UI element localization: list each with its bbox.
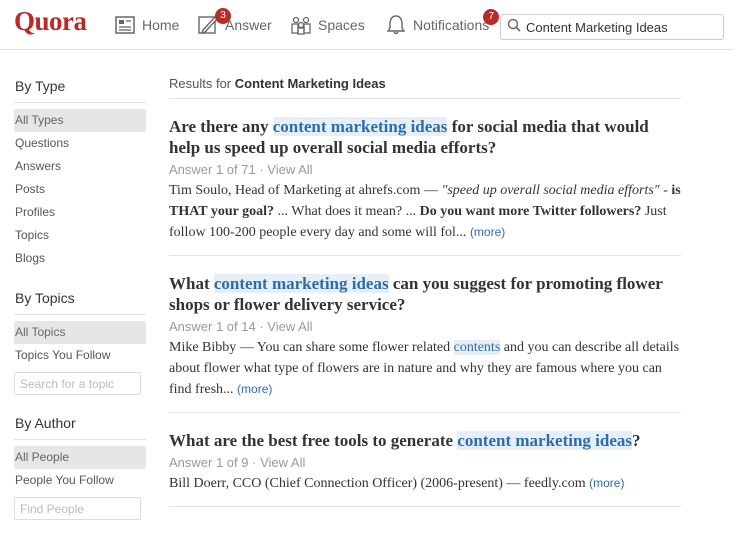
search-input[interactable] <box>526 19 716 35</box>
filter-type-profiles[interactable]: Profiles <box>14 201 146 224</box>
title-text: What <box>169 274 214 293</box>
snippet-text: Mike Bibby — You can share some flower r… <box>169 340 454 355</box>
topic-search-input[interactable] <box>14 372 141 395</box>
home-icon <box>114 14 136 36</box>
snippet-text: - <box>659 183 672 198</box>
more-link[interactable]: (more) <box>237 382 272 396</box>
answer-meta: Answer 1 of 9 · View All <box>169 455 306 470</box>
title-text: Are there any <box>169 117 273 136</box>
nav-answer[interactable]: 3 Answer <box>197 8 272 38</box>
more-link[interactable]: (more) <box>589 476 624 490</box>
filter-sidebar: By Type All Types Questions Answers Post… <box>14 62 146 520</box>
answer-snippet[interactable]: Mike Bibby — You can share some flower r… <box>169 337 681 400</box>
snippet-bold: Do you want more Twitter followers? <box>419 204 642 219</box>
search-bar[interactable] <box>500 14 724 40</box>
results-query: Content Marketing Ideas <box>234 76 386 91</box>
view-all-link[interactable]: View All <box>260 455 305 470</box>
filter-type-all[interactable]: All Types <box>14 109 146 132</box>
nav-home-label: Home <box>142 17 180 33</box>
view-all-link[interactable]: View All <box>267 319 312 334</box>
snippet-text: Tim Soulo, Head of Marketing at ahrefs.c… <box>169 183 442 198</box>
search-results: Results for Content Marketing Ideas Are … <box>169 62 681 507</box>
snippet-quote: "speed up overall social media efforts" <box>441 183 660 198</box>
people-search-input[interactable] <box>14 497 141 520</box>
filter-by-type: By Type All Types Questions Answers Post… <box>14 62 146 270</box>
nav-spaces-label: Spaces <box>318 17 365 33</box>
result-item: Are there any content marketing ideas fo… <box>169 99 681 256</box>
snippet-text: Bill Doerr, CCO (Chief Connection Office… <box>169 476 590 491</box>
answer-snippet[interactable]: Tim Soulo, Head of Marketing at ahrefs.c… <box>169 180 681 243</box>
search-icon <box>507 18 526 37</box>
more-link[interactable]: (more) <box>470 225 505 239</box>
answer-count[interactable]: Answer 1 of 14 <box>169 319 256 334</box>
question-title[interactable]: What are the best free tools to generate… <box>169 430 681 451</box>
filter-by-author: By Author All People People You Follow <box>14 395 146 520</box>
nav-home[interactable]: Home <box>114 12 179 38</box>
answer-meta: Answer 1 of 71 · View All <box>169 162 313 177</box>
filter-author-heading: By Author <box>14 395 146 440</box>
filter-by-topics: By Topics All Topics Topics You Follow <box>14 270 146 395</box>
question-title[interactable]: What content marketing ideas can you sug… <box>169 273 681 315</box>
title-highlight: content marketing ideas <box>213 274 389 293</box>
answer-count[interactable]: Answer 1 of 9 <box>169 455 249 470</box>
top-nav-bar: Quora Home 3 Answer Spaces Notifications… <box>0 0 733 50</box>
result-item: What are the best free tools to generate… <box>169 413 681 507</box>
filter-topics-heading: By Topics <box>14 270 146 315</box>
nav-notifications-label: Notifications <box>413 17 490 33</box>
answer-count[interactable]: Answer 1 of 71 <box>169 162 256 177</box>
view-all-link[interactable]: View All <box>267 162 312 177</box>
filter-topics-followed[interactable]: Topics You Follow <box>14 344 146 367</box>
filter-type-heading: By Type <box>14 62 146 103</box>
filter-type-questions[interactable]: Questions <box>14 132 146 155</box>
nav-answer-label: Answer <box>225 17 272 33</box>
title-highlight: content marketing ideas <box>457 431 633 450</box>
nav-notifications[interactable]: Notifications 7 <box>385 9 500 38</box>
snippet-highlight: contents <box>453 340 501 355</box>
answer-badge: 3 <box>215 8 231 24</box>
snippet-text: ... What does it mean? ... <box>274 204 420 219</box>
bell-icon <box>385 14 407 36</box>
title-text: What are the best free tools to generate <box>169 431 458 450</box>
nav-spaces[interactable]: Spaces <box>290 12 365 38</box>
filter-type-topics[interactable]: Topics <box>14 224 146 247</box>
notifications-badge: 7 <box>483 9 500 25</box>
filter-type-answers[interactable]: Answers <box>14 155 146 178</box>
pencil-icon: 3 <box>197 8 231 36</box>
filter-author-followed[interactable]: People You Follow <box>14 469 146 492</box>
filter-topics-all[interactable]: All Topics <box>14 321 146 344</box>
title-highlight: content marketing ideas <box>272 117 448 136</box>
question-title[interactable]: Are there any content marketing ideas fo… <box>169 116 681 158</box>
filter-author-all[interactable]: All People <box>14 446 146 469</box>
results-prefix: Results for <box>169 76 232 91</box>
quora-logo[interactable]: Quora <box>14 6 87 37</box>
result-item: What content marketing ideas can you sug… <box>169 256 681 413</box>
answer-meta: Answer 1 of 14 · View All <box>169 319 313 334</box>
filter-type-posts[interactable]: Posts <box>14 178 146 201</box>
results-header: Results for Content Marketing Ideas <box>169 62 681 99</box>
spaces-icon <box>290 14 312 36</box>
answer-snippet[interactable]: Bill Doerr, CCO (Chief Connection Office… <box>169 473 681 494</box>
title-text: ? <box>632 431 641 450</box>
filter-type-blogs[interactable]: Blogs <box>14 247 146 270</box>
